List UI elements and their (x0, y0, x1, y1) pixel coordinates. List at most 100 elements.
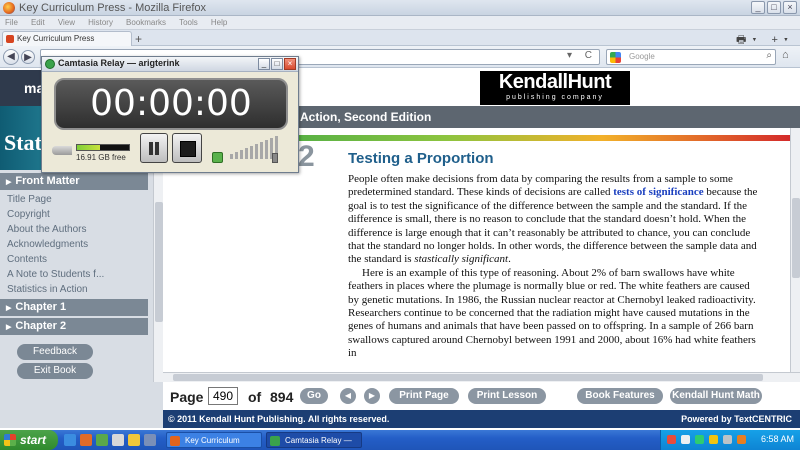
taskbar-item-firefox[interactable]: Key Curriculum Press ... (166, 432, 262, 448)
search-box[interactable]: Google ⌕ (606, 49, 776, 65)
print-lesson-button[interactable]: Print Lesson (468, 388, 546, 404)
start-button[interactable]: start (0, 430, 58, 450)
total-pages: 894 (270, 389, 294, 405)
paragraph-1: People often make decisions from data by… (348, 173, 758, 266)
tray-icon[interactable] (695, 435, 704, 444)
home-icon[interactable]: ⌂ (782, 49, 789, 61)
next-page-icon[interactable]: ▶ (364, 388, 380, 404)
maximize-button[interactable]: □ (767, 1, 781, 14)
windows-taskbar: start Key Curriculum Press ... Camtasia … (0, 430, 800, 450)
system-tray: 6:58 AM (660, 430, 800, 450)
expand-arrow-icon: ▶ (6, 305, 12, 312)
copyright-text: © 2011 Kendall Hunt Publishing. All righ… (168, 414, 390, 424)
menu-edit[interactable]: Edit (26, 16, 50, 30)
quicklaunch-icon[interactable] (96, 434, 108, 446)
tab-key-curriculum[interactable]: Key Curriculum Press (2, 31, 132, 46)
quicklaunch-icon[interactable] (80, 434, 92, 446)
tray-icon[interactable] (681, 435, 690, 444)
sidebar-item-acknowledgments[interactable]: Acknowledgments (7, 239, 88, 250)
minimize-button[interactable]: _ (751, 1, 765, 14)
page-number-input[interactable]: 490 (208, 387, 238, 405)
camtasia-maximize-button[interactable]: □ (271, 58, 283, 70)
menu-history[interactable]: History (83, 16, 118, 30)
quicklaunch-icon[interactable] (112, 434, 124, 446)
paragraph-2: Here is an example of this type of reaso… (348, 266, 756, 360)
stop-button[interactable] (172, 133, 202, 163)
tray-icon[interactable] (667, 435, 676, 444)
menu-bookmarks[interactable]: Bookmarks (121, 16, 171, 30)
menu-tools[interactable]: Tools (174, 16, 203, 30)
powered-by-text: Powered by TextCENTRIC (681, 414, 792, 424)
feedback-button[interactable]: Feedback (17, 344, 93, 360)
scrollbar-thumb[interactable] (173, 374, 763, 381)
sidebar-front-matter[interactable]: ▶ Front Matter (0, 173, 148, 190)
menu-help[interactable]: Help (206, 16, 232, 30)
tray-icon[interactable] (723, 435, 732, 444)
sidebar-item-about-authors[interactable]: About the Authors (7, 224, 87, 235)
page-label: Page (170, 389, 204, 405)
exit-book-button[interactable]: Exit Book (17, 363, 93, 379)
camtasia-recorder-window: Camtasia Relay — arigterink _ □ × 00:00:… (41, 56, 299, 173)
mic-toggle-icon[interactable] (212, 152, 223, 163)
sidebar-chapter-1[interactable]: ▶ Chapter 1 (0, 299, 148, 316)
tray-icon[interactable] (709, 435, 718, 444)
microphone-icon (52, 146, 72, 155)
scrollbar-thumb[interactable] (155, 202, 163, 322)
pause-button[interactable] (140, 133, 168, 163)
window-title: Key Curriculum Press - Mozilla Firefox (19, 2, 207, 14)
quicklaunch-icon[interactable] (144, 434, 156, 446)
page-navigation-bar: Page 490 of 894 Go ◀ ▶ Print Page Print … (163, 382, 800, 410)
window-titlebar: Key Curriculum Press - Mozilla Firefox _… (0, 0, 800, 16)
volume-knob[interactable] (272, 153, 278, 163)
camtasia-close-button[interactable]: × (284, 58, 296, 70)
sidebar-item-contents[interactable]: Contents (7, 254, 47, 265)
section-text: People often make decisions from data by… (348, 173, 758, 361)
camtasia-icon (45, 59, 55, 69)
ie-icon[interactable] (64, 434, 76, 446)
clock[interactable]: 6:58 AM (761, 434, 794, 444)
search-icon[interactable]: ⌕ (766, 50, 772, 61)
disk-free-text: 16.91 GB free (76, 153, 126, 162)
go-button[interactable]: Go (300, 388, 328, 404)
tray-icon[interactable] (737, 435, 746, 444)
quicklaunch-icon[interactable] (128, 434, 140, 446)
sidebar-item-title-page[interactable]: Title Page (7, 194, 52, 205)
book-features-button[interactable]: Book Features (577, 388, 663, 404)
taskbar-item-camtasia[interactable]: Camtasia Relay — ari... (266, 432, 362, 448)
content-horizontal-scrollbar[interactable] (163, 372, 800, 382)
close-button[interactable]: × (783, 1, 797, 14)
book-title: Action, Second Edition (300, 110, 432, 124)
sidebar-item-note-to-students[interactable]: A Note to Students f... (7, 269, 104, 280)
page-footer: © 2011 Kendall Hunt Publishing. All righ… (163, 410, 800, 428)
recording-timer: 00:00:00 (54, 78, 288, 130)
camtasia-title: Camtasia Relay — arigterink (58, 58, 180, 68)
menu-file[interactable]: File (0, 16, 23, 30)
sidebar-item-statistics-in-action[interactable]: Statistics in Action (7, 284, 88, 295)
back-button[interactable]: ◀ (3, 49, 19, 65)
firefox-icon (3, 2, 15, 14)
expand-arrow-icon: ▶ (6, 179, 12, 186)
print-page-button[interactable]: Print Page (389, 388, 459, 404)
menu-view[interactable]: View (53, 16, 80, 30)
reload-icon[interactable]: ▾ C (567, 50, 597, 61)
new-tab-button[interactable]: + (135, 32, 142, 46)
scrollbar-thumb[interactable] (792, 198, 800, 278)
firefox-icon (170, 436, 180, 446)
kendall-hunt-math-button[interactable]: Kendall Hunt Math (670, 388, 762, 404)
previous-page-icon[interactable]: ◀ (340, 388, 356, 404)
cover-text: Stat (4, 130, 42, 155)
camtasia-icon (270, 436, 280, 446)
sidebar-item-copyright[interactable]: Copyright (7, 209, 50, 220)
content-vertical-scrollbar[interactable] (790, 128, 800, 372)
camtasia-titlebar[interactable]: Camtasia Relay — arigterink _ □ × (42, 57, 298, 72)
camtasia-minimize-button[interactable]: _ (258, 58, 270, 70)
sidebar-footer-space (0, 382, 163, 428)
section-title: Testing a Proportion (348, 150, 494, 167)
sidebar-chapter-2[interactable]: ▶ Chapter 2 (0, 318, 148, 335)
kendall-hunt-logo[interactable]: KendallHunt publishing company (480, 71, 630, 105)
menu-bar: File Edit View History Bookmarks Tools H… (0, 16, 800, 30)
keyword-link[interactable]: tests of significance (613, 186, 703, 198)
tab-label: Key Curriculum Press (17, 34, 95, 43)
volume-slider[interactable] (230, 136, 292, 165)
forward-button[interactable]: ▶ (21, 50, 35, 64)
